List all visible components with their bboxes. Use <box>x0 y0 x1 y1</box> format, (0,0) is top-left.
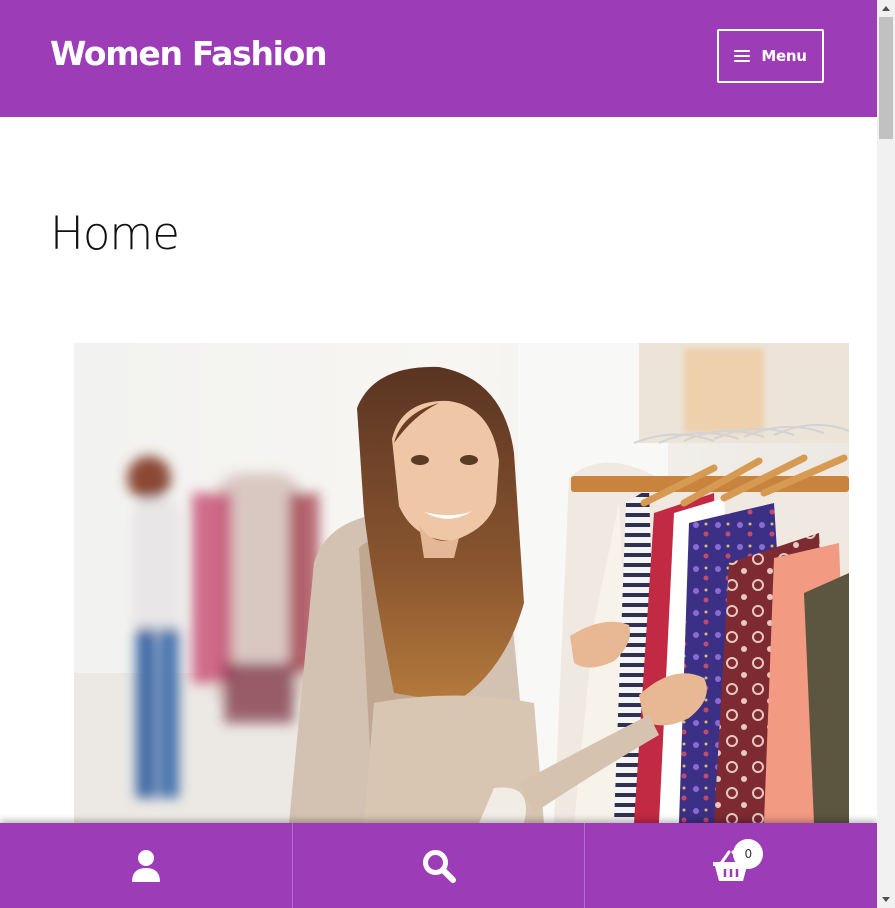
site-header: Women Fashion Menu <box>0 0 877 117</box>
footer-bar: 0 <box>0 823 877 908</box>
arrow-up-icon <box>882 6 890 11</box>
page: Women Fashion Menu Home 0 <box>0 0 877 908</box>
scroll-down-button[interactable] <box>877 891 895 908</box>
scroll-up-button[interactable] <box>877 0 895 17</box>
search-button[interactable] <box>291 823 585 908</box>
arrow-down-icon <box>882 897 890 902</box>
search-icon <box>422 849 456 883</box>
menu-button[interactable]: Menu <box>717 29 824 83</box>
hamburger-icon <box>734 50 751 62</box>
cart-button[interactable]: 0 <box>584 823 877 908</box>
cart-count-badge: 0 <box>733 839 764 869</box>
user-icon <box>131 849 160 882</box>
page-title: Home <box>50 207 180 260</box>
site-title[interactable]: Women Fashion <box>50 33 328 75</box>
scroll-thumb[interactable] <box>879 17 893 139</box>
hero-image <box>74 343 849 823</box>
account-button[interactable] <box>0 823 292 908</box>
scrollbar[interactable] <box>877 0 895 908</box>
menu-label: Menu <box>761 47 807 65</box>
